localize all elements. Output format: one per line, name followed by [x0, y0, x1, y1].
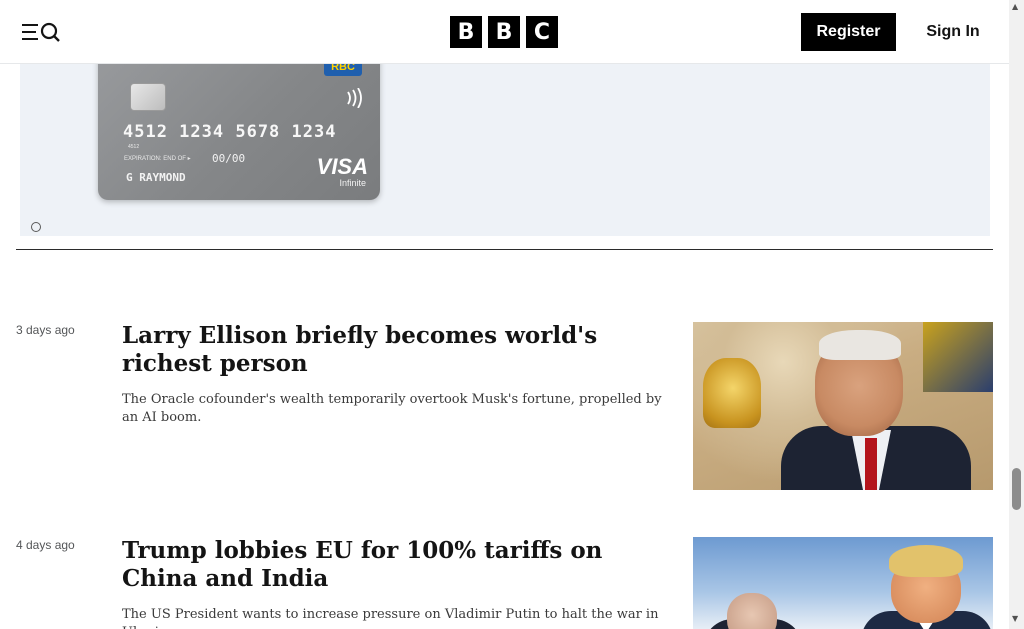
- card-expiry-value: 00/00: [212, 152, 246, 165]
- bbc-logo-letter: C: [526, 16, 558, 48]
- sign-in-button[interactable]: Sign In: [913, 13, 993, 51]
- article-headline[interactable]: Larry Ellison briefly becomes world's ri…: [122, 322, 682, 378]
- section-divider: [16, 249, 993, 250]
- article-headline[interactable]: Trump lobbies EU for 100% tariffs on Chi…: [122, 537, 682, 593]
- card-network-logo: VISA: [316, 154, 368, 179]
- trophy-image: [703, 358, 761, 428]
- article-summary: The US President wants to increase press…: [122, 607, 659, 629]
- card-holder-name: G RAYMOND: [126, 171, 186, 184]
- card-number: 4512 1234 5678 1234: [123, 122, 337, 142]
- card-network-tier: Infinite: [339, 178, 366, 188]
- bbc-logo-letter: B: [450, 16, 482, 48]
- site-header: B B C Register Sign In: [0, 0, 1009, 64]
- page-scrollbar[interactable]: ▲ ▼: [1009, 0, 1024, 629]
- scrollbar-thumb[interactable]: [1012, 468, 1021, 510]
- card-small-number: 4512: [128, 144, 140, 150]
- article-summary: The Oracle cofounder's wealth temporaril…: [122, 392, 662, 425]
- card-chip-icon: [130, 83, 166, 111]
- ad-indicator-icon: [31, 222, 41, 232]
- register-button[interactable]: Register: [801, 13, 896, 51]
- card-expiry-label: EXPIRATION: END OF ▸: [124, 156, 191, 162]
- scroll-up-arrow-icon[interactable]: ▲: [1012, 2, 1018, 11]
- contactless-icon: [347, 88, 362, 108]
- article-thumbnail[interactable]: [693, 322, 993, 490]
- menu-search-icon: [22, 22, 60, 42]
- bbc-logo-letter: B: [488, 16, 520, 48]
- article-thumbnail[interactable]: [693, 537, 993, 629]
- article-timestamp[interactable]: 4 days ago: [16, 538, 75, 552]
- scroll-down-arrow-icon[interactable]: ▼: [1012, 614, 1018, 623]
- article-timestamp[interactable]: 3 days ago: [16, 323, 75, 337]
- bbc-logo[interactable]: B B C: [450, 16, 559, 48]
- menu-search-button[interactable]: [14, 16, 68, 48]
